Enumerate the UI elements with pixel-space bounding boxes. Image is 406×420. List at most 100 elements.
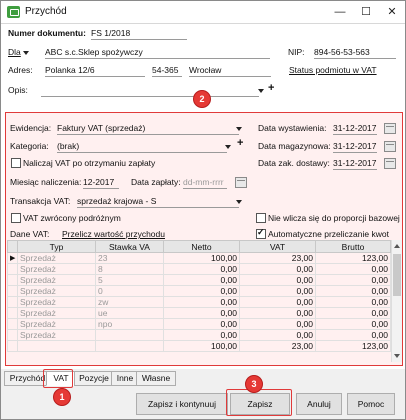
- vat-table-scrollbar[interactable]: [391, 240, 402, 362]
- col-netto-header[interactable]: Netto: [163, 240, 240, 253]
- cell-brutto[interactable]: 0,00: [315, 329, 391, 341]
- cell-brutto[interactable]: 0,00: [315, 285, 391, 297]
- add-kategoria-icon[interactable]: +: [237, 137, 243, 149]
- cell-brutto[interactable]: 0,00: [315, 263, 391, 275]
- table-row[interactable]: Sprzedaż 5 0,00 0,00 0,00: [7, 274, 391, 286]
- client-name-field[interactable]: ABC s.c.Sklep spożywczy: [45, 46, 270, 59]
- cell-vat[interactable]: 0,00: [239, 296, 316, 308]
- cell-vat[interactable]: 0,00: [239, 274, 316, 286]
- opis-field[interactable]: [41, 84, 259, 97]
- naliczaj-checkbox[interactable]: [11, 158, 21, 168]
- cell-stawka[interactable]: [95, 329, 164, 341]
- miesiac-field[interactable]: 12-2017: [83, 176, 119, 189]
- tab-pozycje[interactable]: Pozycje: [74, 371, 114, 386]
- table-row[interactable]: ▶ Sprzedaż 23 100,00 23,00 123,00: [7, 252, 391, 264]
- kategoria-select[interactable]: (brak): [57, 140, 227, 153]
- cell-netto[interactable]: 0,00: [163, 318, 240, 330]
- scroll-up-icon[interactable]: [394, 244, 400, 248]
- cell-stawka[interactable]: ue: [95, 307, 164, 319]
- table-row[interactable]: Sprzedaż 0,00 0,00 0,00: [7, 329, 391, 341]
- transakcja-select[interactable]: sprzedaż krajowa - S: [77, 195, 239, 208]
- row-indicator-icon[interactable]: [7, 263, 18, 275]
- ewidencja-select[interactable]: Faktury VAT (sprzedaż): [57, 122, 239, 135]
- add-opis-icon[interactable]: +: [268, 82, 274, 94]
- data-wystawienia-field[interactable]: 31-12-2017: [333, 122, 377, 135]
- ewidencja-dropdown-icon[interactable]: [236, 127, 242, 131]
- cell-brutto[interactable]: 0,00: [315, 296, 391, 308]
- cell-netto[interactable]: 0,00: [163, 285, 240, 297]
- table-row[interactable]: Sprzedaż 0 0,00 0,00 0,00: [7, 285, 391, 297]
- data-zaplaty-calendar-icon[interactable]: [235, 177, 247, 188]
- data-zaplaty-field[interactable]: dd-mm-rrrr: [183, 176, 227, 189]
- cell-typ[interactable]: Sprzedaż: [17, 318, 96, 330]
- cell-netto[interactable]: 0,00: [163, 307, 240, 319]
- row-indicator-icon[interactable]: [7, 329, 18, 341]
- table-row[interactable]: Sprzedaż ue 0,00 0,00 0,00: [7, 307, 391, 319]
- close-button[interactable]: ✕: [379, 1, 405, 23]
- cell-vat[interactable]: 0,00: [239, 318, 316, 330]
- table-row[interactable]: Sprzedaż npo 0,00 0,00 0,00: [7, 318, 391, 330]
- row-indicator-icon[interactable]: [7, 307, 18, 319]
- cell-brutto[interactable]: 0,00: [315, 307, 391, 319]
- cell-typ[interactable]: Sprzedaż: [17, 263, 96, 275]
- cell-typ[interactable]: Sprzedaż: [17, 296, 96, 308]
- cell-stawka[interactable]: 0: [95, 285, 164, 297]
- cell-stawka[interactable]: npo: [95, 318, 164, 330]
- row-indicator-icon[interactable]: [7, 318, 18, 330]
- row-indicator-icon[interactable]: [7, 274, 18, 286]
- nie-wlicza-checkbox[interactable]: [256, 213, 266, 223]
- col-stawka-header[interactable]: Stawka VA: [95, 240, 164, 253]
- dla-dropdown-icon[interactable]: [23, 51, 29, 55]
- data-zak-calendar-icon[interactable]: [384, 158, 396, 169]
- data-magazynowa-field[interactable]: 31-12-2017: [333, 140, 377, 153]
- cell-vat[interactable]: 0,00: [239, 307, 316, 319]
- col-vat-header[interactable]: VAT: [239, 240, 316, 253]
- postal-field[interactable]: 54-365: [152, 64, 182, 77]
- street-field[interactable]: Polanka 12/6: [45, 64, 145, 77]
- auto-przelicz-checkbox[interactable]: [256, 227, 266, 239]
- cell-stawka[interactable]: 5: [95, 274, 164, 286]
- nip-field[interactable]: 894-56-53-563: [314, 46, 396, 59]
- col-brutto-header[interactable]: Brutto: [315, 240, 391, 253]
- tab-wlasne[interactable]: Własne: [136, 371, 176, 386]
- tab-inne[interactable]: Inne: [111, 371, 139, 386]
- cell-vat[interactable]: 0,00: [239, 329, 316, 341]
- data-zak-field[interactable]: 31-12-2017: [333, 157, 377, 170]
- cell-stawka[interactable]: zw: [95, 296, 164, 308]
- cell-typ[interactable]: Sprzedaż: [17, 285, 96, 297]
- help-button[interactable]: Pomoc: [347, 393, 395, 415]
- cancel-button[interactable]: Anuluj: [296, 393, 342, 415]
- cell-stawka[interactable]: 8: [95, 263, 164, 275]
- data-magazynowa-calendar-icon[interactable]: [384, 141, 396, 152]
- cell-vat[interactable]: 23,00: [239, 252, 316, 264]
- row-indicator-icon[interactable]: ▶: [7, 252, 18, 264]
- cell-brutto[interactable]: 123,00: [315, 252, 391, 264]
- table-row[interactable]: Sprzedaż zw 0,00 0,00 0,00: [7, 296, 391, 308]
- table-row[interactable]: Sprzedaż 8 0,00 0,00 0,00: [7, 263, 391, 275]
- cell-vat[interactable]: 0,00: [239, 285, 316, 297]
- cell-typ[interactable]: Sprzedaż: [17, 307, 96, 319]
- cell-netto[interactable]: 100,00: [163, 252, 240, 264]
- cell-typ[interactable]: Sprzedaż: [17, 274, 96, 286]
- maximize-button[interactable]: ☐: [353, 1, 379, 23]
- cell-netto[interactable]: 0,00: [163, 274, 240, 286]
- doc-number-field[interactable]: FS 1/2018: [91, 27, 187, 40]
- cell-stawka[interactable]: 23: [95, 252, 164, 264]
- cell-typ[interactable]: Sprzedaż: [17, 329, 96, 341]
- row-indicator-icon[interactable]: [7, 285, 18, 297]
- row-indicator-icon[interactable]: [7, 296, 18, 308]
- cell-netto[interactable]: 0,00: [163, 263, 240, 275]
- scroll-down-icon[interactable]: [394, 354, 400, 358]
- vat-status-link[interactable]: Status podmiotu w VAT: [289, 65, 377, 75]
- opis-dropdown-icon[interactable]: [258, 89, 264, 93]
- city-field[interactable]: Wrocław: [189, 64, 271, 77]
- cell-brutto[interactable]: 0,00: [315, 274, 391, 286]
- cell-brutto[interactable]: 0,00: [315, 318, 391, 330]
- kategoria-dropdown-icon[interactable]: [225, 145, 231, 149]
- transakcja-dropdown-icon[interactable]: [236, 200, 242, 204]
- data-wystawienia-calendar-icon[interactable]: [384, 123, 396, 134]
- scroll-thumb[interactable]: [393, 254, 401, 296]
- cell-vat[interactable]: 0,00: [239, 263, 316, 275]
- cell-typ[interactable]: Sprzedaż: [17, 252, 96, 264]
- vat-zwrocony-checkbox[interactable]: [11, 213, 21, 223]
